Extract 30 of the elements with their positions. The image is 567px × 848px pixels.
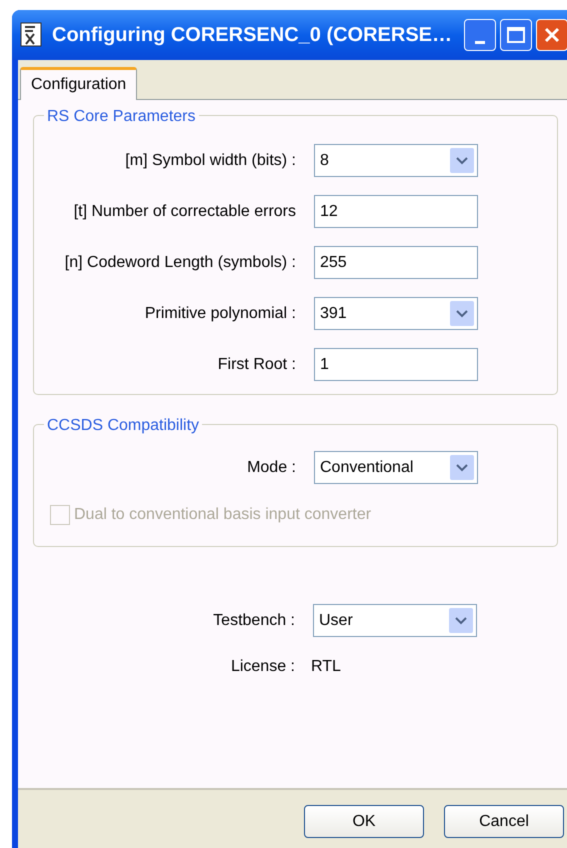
field-label: First Root : — [216, 354, 296, 374]
window-title: Configuring CORERSENC_0 (CORERSE… — [52, 23, 452, 48]
license-label: License : — [230, 657, 295, 677]
dropdown[interactable]: 391 — [314, 297, 478, 330]
dropdown[interactable]: User — [313, 604, 477, 637]
close-button[interactable] — [536, 19, 567, 51]
maximize-button[interactable] — [500, 19, 532, 51]
app-icon — [20, 22, 44, 48]
dialog-button[interactable]: OK — [304, 805, 424, 838]
dropdown[interactable]: 8 — [314, 144, 478, 177]
minimize-button[interactable] — [464, 19, 496, 51]
checkbox-label: Dual to conventional basis input converter — [74, 504, 372, 524]
dropdown[interactable]: Conventional — [314, 451, 478, 484]
tab[interactable]: Configuration — [20, 67, 138, 100]
field-label: Primitive polynomial : — [144, 304, 296, 324]
field-label: Mode : — [246, 458, 296, 478]
dropdown-value: 391 — [320, 304, 347, 324]
field-label: [t] Number of correctable errors — [72, 202, 296, 222]
dropdown-value: User — [319, 610, 353, 630]
dropdown-value: Conventional — [320, 458, 414, 478]
field-label: [m] Symbol width (bits) : — [124, 150, 296, 170]
input-field[interactable]: 255 — [314, 246, 478, 279]
dropdown-value: 8 — [320, 150, 329, 170]
dialog-button[interactable]: Cancel — [444, 805, 564, 838]
input-field[interactable]: 12 — [314, 195, 478, 228]
field-label: [n] Codeword Length (symbols) : — [64, 252, 296, 272]
field-label: Testbench : — [212, 610, 295, 630]
input-field[interactable]: 1 — [314, 348, 478, 381]
license-value: RTL — [311, 657, 341, 677]
close-icon — [544, 27, 560, 43]
